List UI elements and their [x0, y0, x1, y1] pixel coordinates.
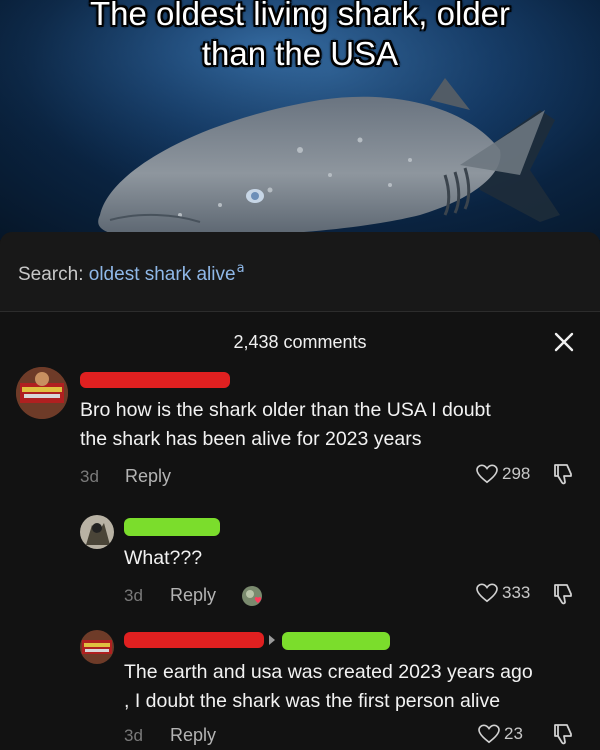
creator-liked-avatar: [241, 584, 267, 610]
comment-timestamp: 3d: [80, 467, 99, 486]
heart-icon: [476, 583, 498, 603]
like-button[interactable]: 333: [476, 583, 530, 603]
comments-count: 2,438 comments: [233, 332, 367, 352]
avatar[interactable]: [80, 515, 114, 549]
search-label: Search:: [18, 264, 84, 285]
comment-text-line: , I doubt the shark was the first person…: [124, 690, 501, 712]
hero-caption-line2: than the USA: [201, 35, 399, 72]
redacted-username: [80, 372, 230, 388]
hero-caption: The oldest living shark, older than the …: [0, 0, 600, 74]
redacted-username: [124, 518, 220, 536]
reply-button[interactable]: Reply: [170, 585, 216, 606]
redacted-username: [124, 632, 264, 648]
comments-panel: 2,438 comments Bro how is the shark olde…: [0, 312, 600, 750]
dislike-icon[interactable]: [552, 582, 574, 606]
comment-text-line: Bro how is the shark older than the USA …: [80, 399, 491, 421]
reply-button[interactable]: Reply: [170, 725, 216, 746]
like-button[interactable]: 23: [478, 724, 523, 744]
close-icon[interactable]: [552, 330, 576, 354]
like-count: 23: [504, 724, 523, 743]
heart-icon: [478, 724, 500, 744]
search-query-link[interactable]: oldest shark alive: [89, 264, 236, 285]
avatar[interactable]: [16, 367, 68, 419]
comment-timestamp: 3d: [124, 726, 143, 745]
reply-button[interactable]: Reply: [125, 466, 171, 487]
avatar[interactable]: [80, 630, 114, 664]
comment-text-line: The earth and usa was created 2023 years…: [124, 661, 533, 683]
like-count: 333: [502, 583, 531, 602]
search-icon: 𝖺: [236, 260, 245, 275]
comment-text: What???: [124, 544, 202, 573]
dislike-icon[interactable]: [552, 462, 574, 486]
shark-photo: The oldest living shark, older than the …: [0, 0, 600, 240]
comment-text-line: What???: [124, 547, 203, 569]
comment-text: Bro how is the shark older than the USA …: [80, 396, 491, 454]
related-search-bar[interactable]: Search: oldest shark alive𝖺: [0, 232, 600, 312]
hero-caption-line1: The oldest living shark, older: [89, 0, 511, 32]
heart-icon: [476, 464, 498, 484]
comment-timestamp: 3d: [124, 586, 143, 605]
like-count: 298: [502, 464, 531, 483]
redacted-username: [282, 632, 390, 650]
dislike-icon[interactable]: [552, 722, 574, 746]
comment-text-line: the shark has been alive for 2023 years: [80, 428, 422, 450]
reply-arrow-icon: [269, 635, 275, 645]
comment-text: The earth and usa was created 2023 years…: [124, 658, 533, 716]
search-suggestion[interactable]: Search: oldest shark alive𝖺: [18, 260, 245, 286]
like-button[interactable]: 298: [476, 464, 530, 484]
